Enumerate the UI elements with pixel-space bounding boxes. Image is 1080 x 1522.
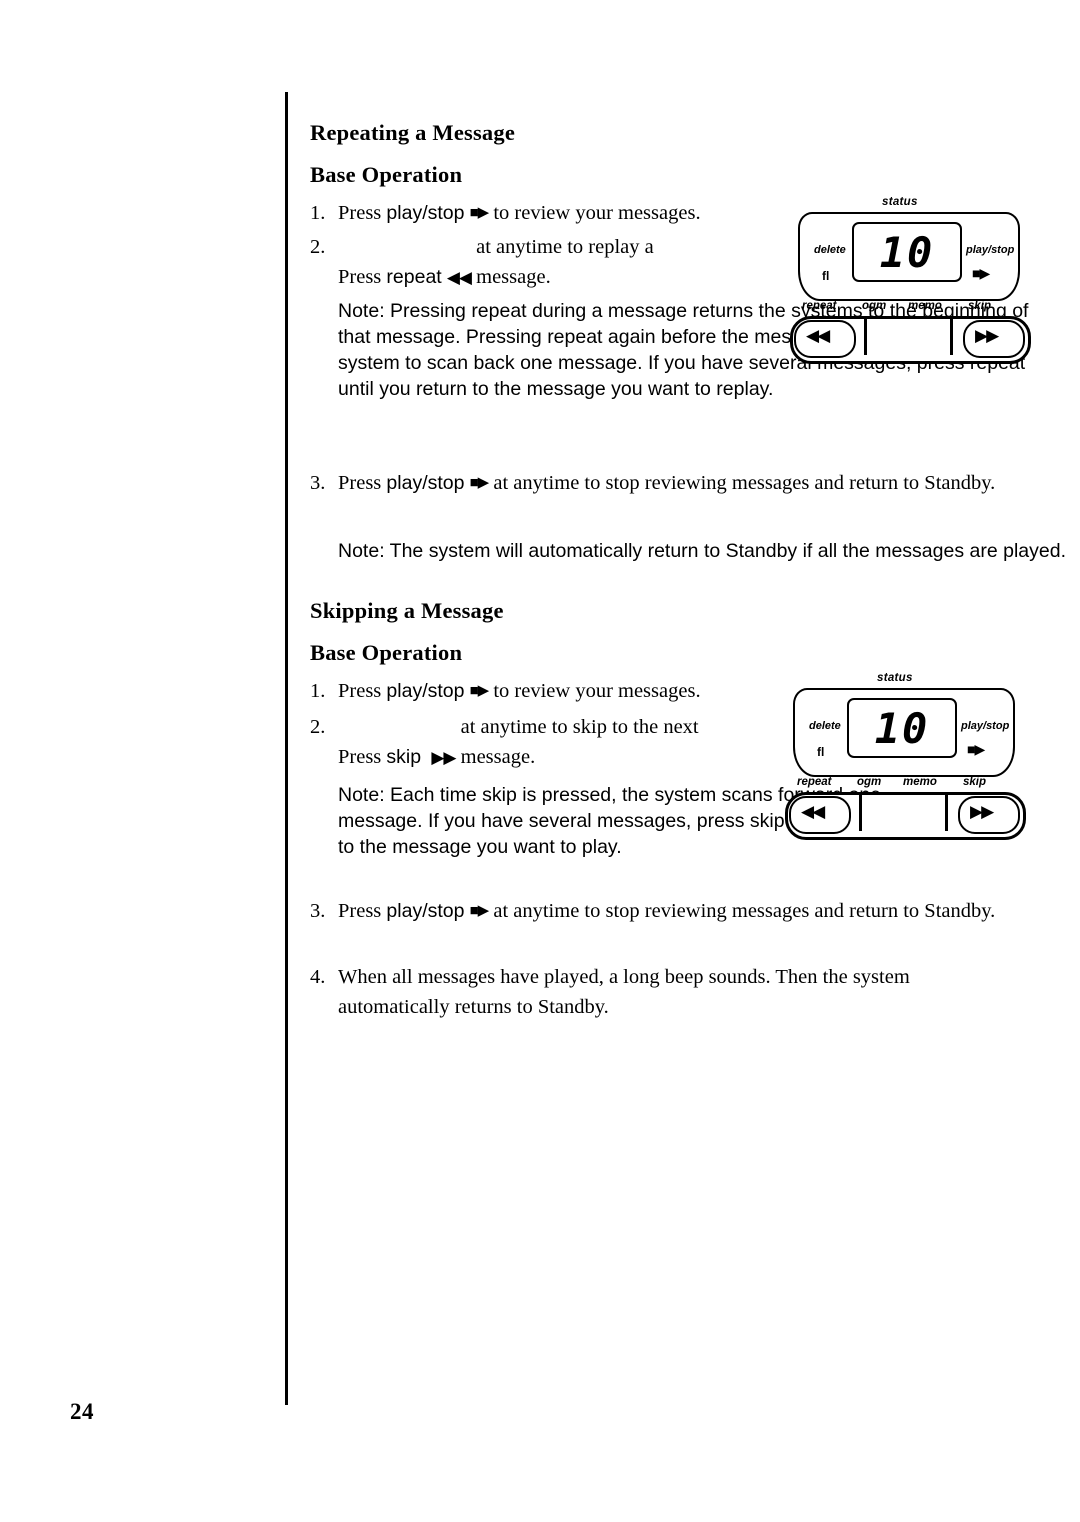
device-rocker-bar[interactable]: ◀◀ ▶▶: [785, 792, 1026, 840]
subheading-base-operation-2: Base Operation: [310, 640, 463, 665]
note-keyword-skip-2: skip: [749, 810, 785, 832]
play-stop-icon: ■▶: [469, 682, 490, 699]
step-number: 1.: [310, 680, 326, 702]
step-text-pre: Press: [338, 202, 387, 224]
step-text-pre: Press: [338, 266, 387, 288]
step-2-repeating: 2. Press repeat ◀◀ at anytime to replay …: [310, 232, 760, 292]
key-name-play-stop: play/stop: [386, 680, 465, 702]
step-text-post: to review your messages.: [488, 680, 701, 702]
device-rocker-bar[interactable]: ◀◀ ▶▶: [790, 316, 1031, 364]
note-keyword-skip-1: skip: [482, 784, 517, 806]
step-number: 2.: [310, 716, 326, 738]
device-fl-label: fl: [822, 269, 830, 283]
device-display-value: 10: [879, 227, 935, 277]
heading-skipping-a-message: Skipping a Message: [310, 598, 504, 623]
device-row-label-memo: memo: [903, 776, 937, 788]
step-1-skipping: 1. Press play/stop ■▶ to review your mes…: [310, 676, 780, 706]
manual-page: 24 Repeating a Message Base Operation 1.…: [0, 0, 1080, 1522]
rocker-separator-left: [864, 319, 867, 355]
device-row-label-skip: skip: [968, 300, 992, 312]
device-illustration-skip: status 10 delete play/stop fl ■▶ repeat …: [785, 672, 1026, 852]
device-delete-label: delete: [809, 720, 841, 732]
page-number: 24: [70, 1399, 94, 1424]
step-text-post: When all messages have played, a long be…: [338, 966, 910, 1018]
step-text-pre: Press: [338, 680, 387, 702]
note-auto-standby: Note: The system will automatically retu…: [338, 540, 1066, 562]
device-row-label-memo: memo: [908, 300, 942, 312]
note-lead: Note: Each time: [338, 784, 483, 806]
device-display-value: 10: [874, 703, 930, 753]
play-stop-icon: ■▶: [469, 474, 490, 491]
device-row-label-skip: skip: [963, 776, 987, 788]
step-number: 1.: [310, 202, 326, 224]
device-body: 10 delete play/stop fl ■▶: [798, 212, 1020, 301]
device-status-label: status: [877, 672, 913, 684]
rocker-separator-right: [950, 319, 953, 355]
rewind-icon: ◀◀: [806, 326, 830, 345]
device-illustration-repeat: status 10 delete play/stop fl ■▶ repeat …: [790, 196, 1031, 376]
play-stop-icon: ■▶: [469, 204, 490, 221]
step-number: 4.: [310, 966, 326, 988]
page-vertical-rule: [285, 92, 288, 1405]
device-row-label-repeat: repeat: [797, 776, 832, 788]
key-name-play-stop: play/stop: [386, 472, 465, 494]
step-text-post: to review your messages.: [488, 202, 701, 224]
step-number: 2.: [310, 236, 326, 258]
fast-forward-icon: ▶▶: [975, 326, 999, 345]
rewind-icon: ◀◀: [801, 802, 825, 821]
subheading-base-operation-1: Base Operation: [310, 162, 463, 187]
step-4-skipping: 4. When all messages have played, a long…: [310, 962, 960, 1022]
note-lead: Note: Pressing: [338, 300, 472, 322]
device-row-label-ogm: ogm: [862, 300, 887, 312]
rocker-separator-right: [945, 795, 948, 831]
device-display: 10: [852, 222, 962, 282]
note-tail: until you return to the message you want…: [338, 378, 774, 400]
key-name-skip: skip: [386, 746, 422, 768]
device-playstop-label: play/stop: [961, 720, 1010, 732]
step-number: 3.: [310, 900, 326, 922]
device-display: 10: [847, 698, 957, 758]
device-body: 10 delete play/stop fl ■▶: [793, 688, 1015, 777]
device-delete-label: delete: [814, 244, 846, 256]
note-keyword-repeat-2: repeat: [547, 326, 603, 348]
step-1-repeating: 1. Press play/stop ■▶ to review your mes…: [310, 198, 780, 228]
device-playstop-icon: ■▶: [972, 267, 990, 282]
rocker-separator-left: [859, 795, 862, 831]
step-text-post: at anytime to skip to the next message.: [460, 716, 699, 768]
step-text-pre: Press: [338, 746, 387, 768]
step-text-post: at anytime to stop reviewing messages an…: [488, 472, 996, 494]
key-name-play-stop: play/stop: [386, 202, 465, 224]
step-2-skipping: 2. Press skip ▶▶ at anytime to skip to t…: [310, 712, 760, 772]
rewind-icon: ◀◀: [446, 267, 472, 287]
fast-forward-icon: ▶▶: [970, 802, 994, 821]
step-text-post: at anytime to replay a message.: [476, 236, 654, 288]
step-text-pre: Press: [338, 900, 387, 922]
device-playstop-label: play/stop: [966, 244, 1015, 256]
note-keyword-repeat-1: repeat: [471, 300, 527, 322]
device-fl-label: fl: [817, 745, 825, 759]
step-text-post: at anytime to stop reviewing messages an…: [488, 900, 996, 922]
step-3-skipping: 3. Press play/stop ■▶ at anytime to stop…: [310, 896, 1010, 926]
play-stop-icon: ■▶: [469, 902, 490, 919]
device-row-label-ogm: ogm: [857, 776, 882, 788]
heading-repeating-a-message: Repeating a Message: [310, 120, 516, 145]
key-name-play-stop: play/stop: [386, 900, 465, 922]
step-text-pre: Press: [338, 472, 387, 494]
step-number: 3.: [310, 472, 326, 494]
step-3-repeating: 3. Press play/stop ■▶ at anytime to stop…: [310, 468, 1010, 498]
key-name-repeat: repeat: [386, 266, 442, 288]
device-playstop-icon: ■▶: [967, 743, 985, 758]
device-row-label-repeat: repeat: [802, 300, 837, 312]
device-status-label: status: [882, 196, 918, 208]
fast-forward-icon: ▶▶: [431, 747, 456, 767]
